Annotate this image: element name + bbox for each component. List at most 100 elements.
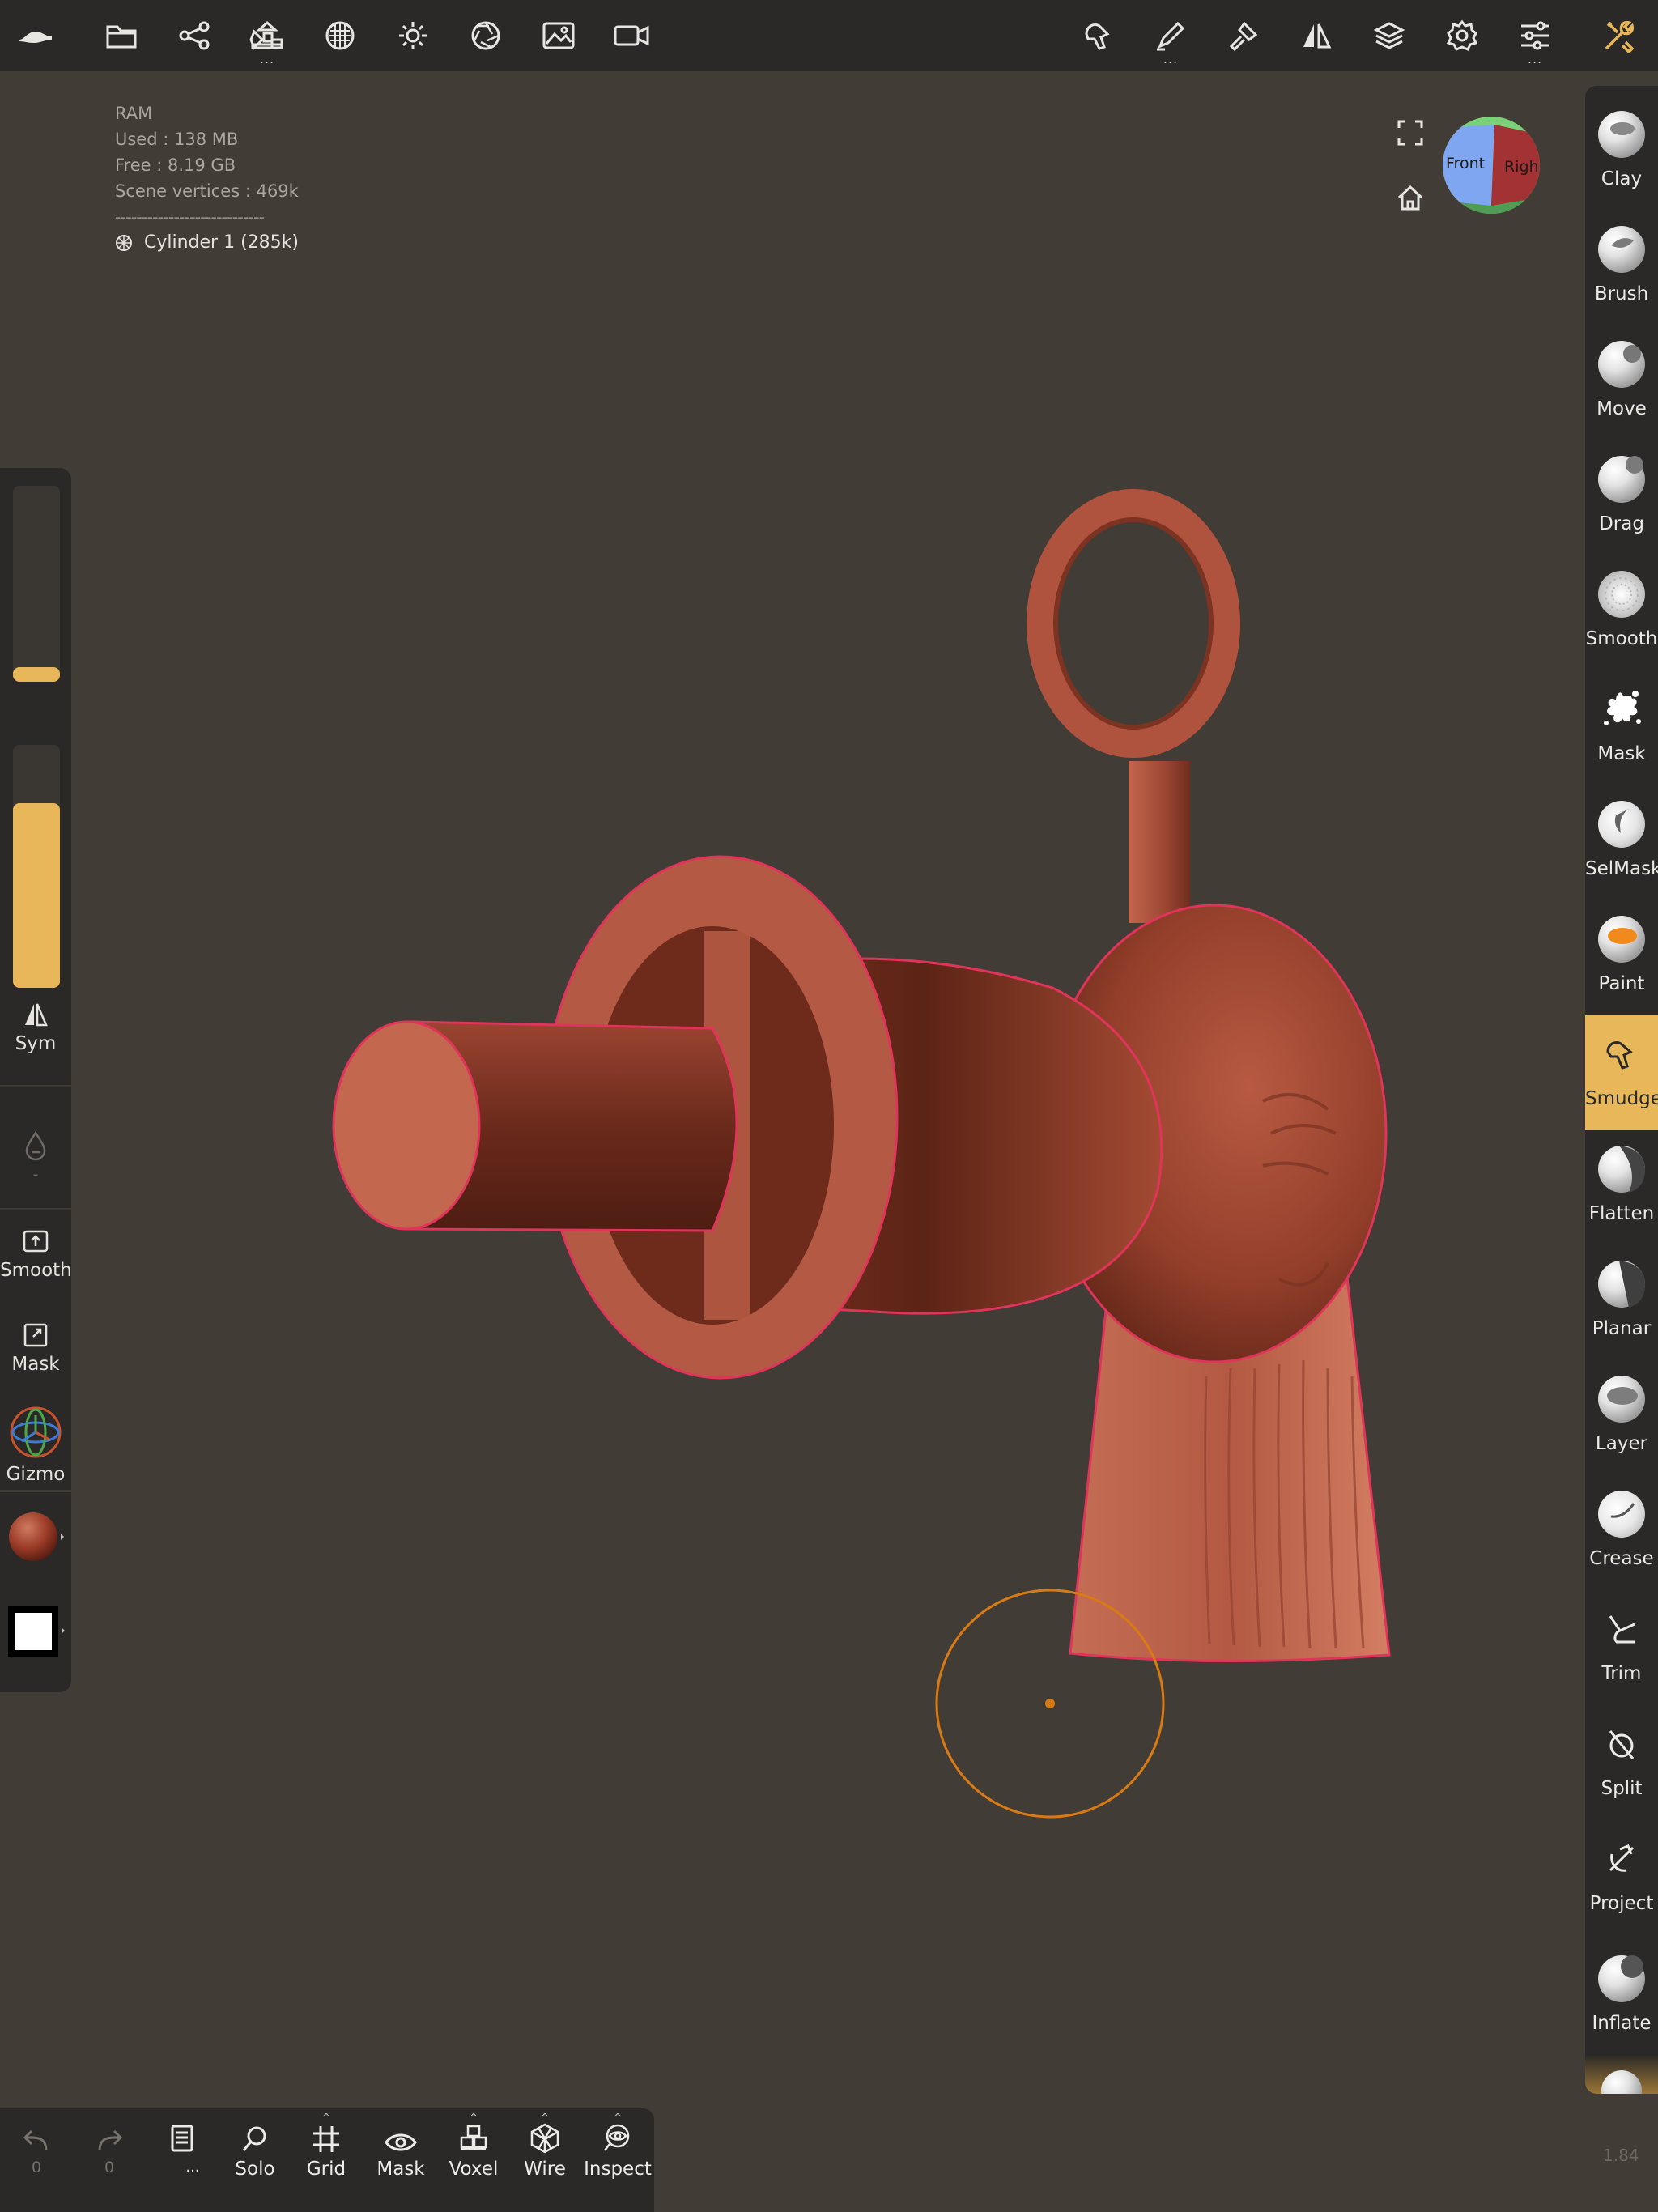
color-swatch-icon	[6, 1605, 65, 1658]
tool-clay[interactable]: Clay	[1585, 96, 1658, 211]
sliders-icon[interactable]: ...	[1512, 15, 1558, 66]
mask-shortcut-label: Mask	[11, 1354, 60, 1375]
drop-value: -	[32, 1166, 39, 1183]
folder-icon[interactable]	[99, 15, 144, 57]
tool-label: SelMask	[1585, 858, 1658, 879]
smooth-shortcut-button[interactable]: Smooth	[0, 1227, 72, 1281]
tool-label: Planar	[1592, 1318, 1652, 1339]
tool-move[interactable]: Move	[1585, 325, 1658, 440]
tool-layer[interactable]: Layer	[1585, 1360, 1658, 1475]
tool-project[interactable]: Project	[1585, 1820, 1658, 1935]
gizmo-button[interactable]: Gizmo	[0, 1406, 71, 1485]
voxel-label: Voxel	[449, 2159, 499, 2180]
mask-splat-icon	[1597, 685, 1646, 734]
tool-mask[interactable]: Mask	[1585, 670, 1658, 785]
painting-icon[interactable]	[1221, 15, 1266, 57]
clay-sphere-icon	[1597, 110, 1646, 159]
redo-button[interactable]: 0	[74, 2120, 144, 2176]
brush-sphere-icon	[1597, 225, 1646, 274]
crease-sphere-icon	[1597, 1490, 1646, 1538]
tool-brush[interactable]: Brush	[1585, 211, 1658, 325]
gizmo-icon	[9, 1406, 62, 1459]
tool-label: Mask	[1597, 743, 1646, 764]
tool-flatten[interactable]: Flatten	[1585, 1130, 1658, 1245]
gizmo-label: Gizmo	[6, 1464, 66, 1485]
color-swatch-button[interactable]	[0, 1605, 71, 1663]
solo-label: Solo	[235, 2159, 275, 2180]
ram-label: RAM	[115, 104, 153, 123]
settings-icon[interactable]	[1439, 15, 1485, 57]
inflate-sphere-icon	[1597, 1955, 1646, 2003]
symmetry-icon	[22, 1001, 49, 1028]
grid-icon	[312, 2125, 341, 2154]
tool-selmask[interactable]: SelMask	[1585, 785, 1658, 900]
voxel-button[interactable]: ^ Voxel	[439, 2112, 508, 2180]
tool-split[interactable]: Split	[1585, 1705, 1658, 1820]
radius-slider-fill	[13, 667, 60, 682]
3d-viewport[interactable]	[0, 71, 1658, 2108]
smooth-shortcut-label: Smooth	[0, 1260, 72, 1281]
radius-slider[interactable]	[13, 486, 60, 682]
home-view-icon[interactable]	[1392, 180, 1428, 215]
history-button[interactable]: ...	[147, 2120, 217, 2176]
opacity-drop-button[interactable]: -	[0, 1130, 71, 1183]
tool-planar[interactable]: Planar	[1585, 1245, 1658, 1360]
divider	[0, 1085, 71, 1087]
mask-shortcut-button[interactable]: Mask	[0, 1321, 71, 1375]
material-icon[interactable]	[317, 15, 363, 57]
tool-inflate[interactable]: Inflate	[1585, 1940, 1658, 2055]
primitives-icon[interactable]: ...	[244, 15, 290, 66]
app-logo-icon[interactable]	[13, 15, 58, 57]
view-cube[interactable]: Front Righ	[1443, 117, 1540, 214]
material-sphere-icon	[7, 1511, 64, 1563]
redo-count: 0	[104, 2159, 115, 2176]
inspect-icon	[602, 2123, 634, 2154]
tool-more-partial[interactable]	[1585, 2055, 1658, 2094]
stroke-icon[interactable]: ...	[1148, 15, 1193, 66]
project-icon	[1597, 1835, 1646, 1883]
brush-cursor-center	[1045, 1699, 1055, 1708]
tool-trim[interactable]: Trim	[1585, 1590, 1658, 1705]
mask-visibility-button[interactable]: Mask	[366, 2120, 436, 2180]
model-top-post	[1129, 761, 1190, 923]
drop-icon	[23, 1130, 48, 1161]
tool-label: Trim	[1601, 1663, 1642, 1684]
undo-icon	[22, 2128, 51, 2154]
tool-label: Clay	[1601, 168, 1643, 189]
camera-aperture-icon[interactable]	[463, 15, 508, 57]
background-image-icon[interactable]	[536, 15, 581, 57]
tool-smudge[interactable]: Smudge	[1585, 1015, 1658, 1130]
symmetry-icon[interactable]	[1294, 15, 1339, 57]
scene-graph-icon[interactable]	[172, 15, 217, 57]
tool-paint[interactable]: Paint	[1585, 900, 1658, 1015]
planar-sphere-icon	[1597, 1260, 1646, 1308]
light-icon[interactable]	[390, 15, 436, 57]
model-top-ring	[1027, 489, 1240, 758]
video-camera-icon[interactable]	[609, 15, 654, 57]
search-icon	[240, 2125, 270, 2154]
tools-icon[interactable]	[1596, 15, 1642, 57]
symmetry-button[interactable]: Sym	[0, 1001, 71, 1054]
ram-free: Free : 8.19 GB	[115, 155, 236, 175]
mask-visibility-label: Mask	[376, 2159, 425, 2180]
material-sphere-button[interactable]	[0, 1511, 71, 1568]
move-sphere-icon	[1597, 340, 1646, 389]
selected-object[interactable]: Cylinder 1 (285k)	[115, 230, 299, 256]
fullscreen-icon[interactable]	[1392, 115, 1428, 151]
tool-label: Flatten	[1588, 1203, 1655, 1224]
inspect-button[interactable]: ^ Inspect	[583, 2112, 653, 2180]
smudge-icon	[1597, 1030, 1646, 1078]
undo-button[interactable]: 0	[2, 2120, 71, 2176]
wireframe-button[interactable]: ^ Wire	[510, 2112, 580, 2180]
solo-button[interactable]: Solo	[220, 2120, 290, 2180]
object-name: Cylinder 1 (285k)	[144, 232, 299, 253]
sculpt-tool-icon[interactable]	[1075, 15, 1120, 57]
tool-drag[interactable]: Drag	[1585, 440, 1658, 555]
tool-smooth[interactable]: Smooth	[1585, 555, 1658, 670]
grid-button[interactable]: ^ Grid	[291, 2112, 361, 2180]
tool-label: Drag	[1599, 513, 1644, 534]
grid-label: Grid	[306, 2159, 346, 2180]
tool-label: Crease	[1589, 1548, 1654, 1569]
tool-crease[interactable]: Crease	[1585, 1475, 1658, 1590]
layers-icon[interactable]	[1367, 15, 1412, 57]
